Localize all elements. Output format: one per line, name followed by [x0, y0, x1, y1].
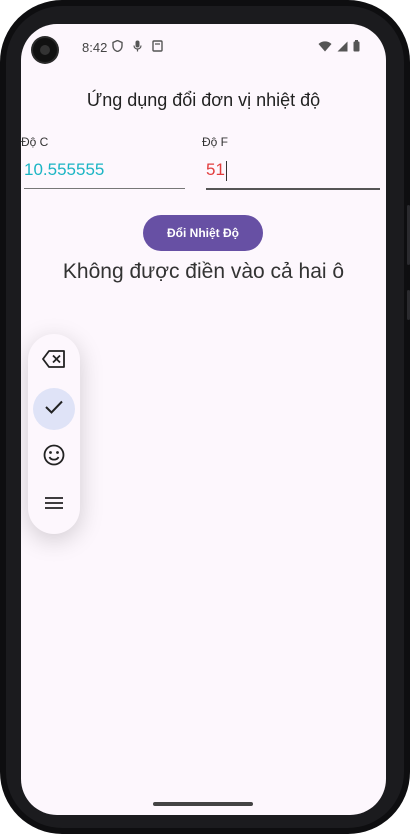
fahrenheit-input[interactable]: 51	[206, 160, 380, 190]
front-camera	[33, 38, 57, 62]
emoji-icon	[43, 444, 65, 471]
menu-button[interactable]	[33, 484, 75, 526]
convert-button[interactable]: Đổi Nhiệt Độ	[143, 215, 263, 251]
fahrenheit-label: Độ F	[202, 135, 229, 149]
clipboard-icon	[152, 39, 163, 57]
status-system-icons	[318, 39, 360, 57]
phone-screen: 8:42 Ứng dụng đổi đơn vị nhiệt độ Độ C 1…	[21, 24, 386, 815]
microphone-icon	[133, 39, 142, 57]
wifi-icon	[318, 39, 332, 57]
shield-icon	[112, 39, 123, 57]
celsius-input[interactable]: 10.555555	[24, 160, 185, 189]
text-cursor	[225, 160, 228, 181]
status-time: 8:42	[82, 40, 108, 55]
status-notification-icons	[112, 39, 163, 57]
gesture-home-bar[interactable]	[153, 802, 253, 806]
backspace-button[interactable]	[33, 340, 75, 382]
menu-icon	[44, 496, 64, 515]
celsius-input-value: 10.555555	[24, 160, 105, 179]
check-icon	[44, 399, 64, 420]
app-title: Ứng dụng đổi đơn vị nhiệt độ	[86, 90, 321, 110]
backspace-icon	[42, 349, 66, 373]
error-message: Không được điền vào cả hai ô	[62, 260, 345, 283]
celsius-label: Độ C	[21, 135, 49, 149]
signal-icon	[337, 39, 348, 57]
confirm-button[interactable]	[33, 388, 75, 430]
fahrenheit-input-value: 51	[206, 160, 225, 179]
emoji-button[interactable]	[33, 436, 75, 478]
floating-keyboard-toolbar	[28, 334, 80, 534]
battery-icon	[353, 39, 360, 57]
